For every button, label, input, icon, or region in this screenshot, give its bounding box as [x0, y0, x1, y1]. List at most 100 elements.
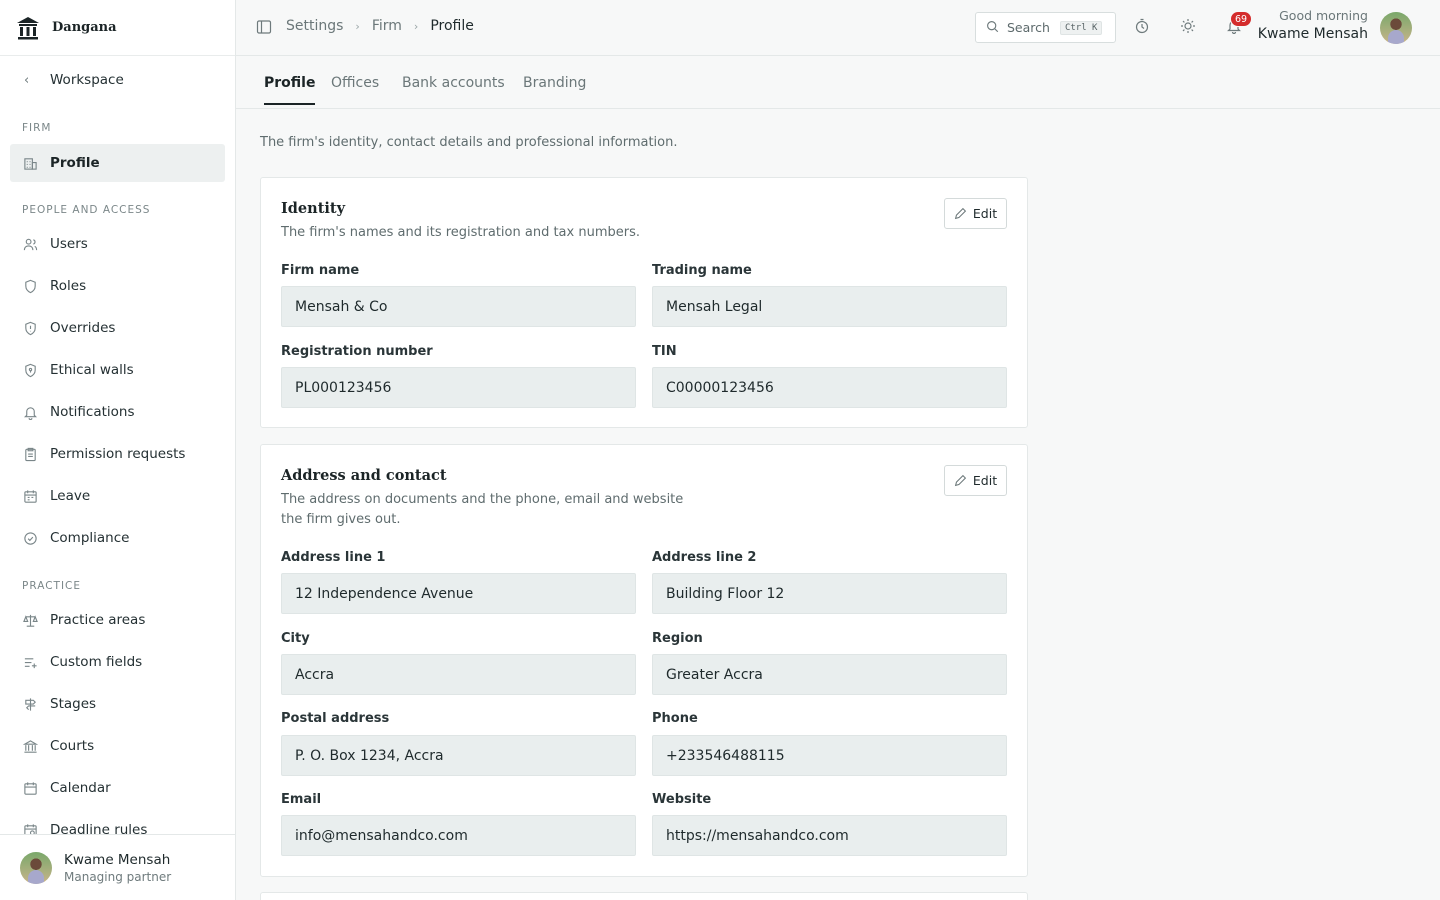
sidebar-item-label: Notifications: [50, 404, 135, 420]
field-label-address-line-1: Address line 1: [281, 550, 386, 565]
phone-field: +233546488115: [652, 735, 1007, 776]
calendar-icon: [22, 488, 38, 504]
sidebar-item-calendar[interactable]: Calendar: [10, 769, 225, 807]
sidebar-item-label: Stages: [50, 696, 97, 712]
search-label: Search: [1007, 20, 1050, 35]
sidebar-item-label: Leave: [50, 488, 91, 504]
chevron-right-icon: ›: [413, 19, 419, 33]
field-label-tin: TIN: [652, 344, 677, 359]
tin-field: C00000123456: [652, 367, 1007, 408]
trading-name-field: Mensah Legal: [652, 286, 1007, 327]
edit-identity-button[interactable]: Edit: [944, 198, 1007, 229]
field-label-region: Region: [652, 631, 703, 646]
courthouse-icon: [22, 738, 38, 754]
signpost-icon: [22, 696, 38, 712]
edit-label: Edit: [972, 473, 998, 488]
sidebar-item-leave[interactable]: Leave: [10, 477, 225, 515]
timer-icon[interactable]: [1134, 18, 1152, 36]
settings-tabs: Profile Offices Bank accounts Branding: [236, 57, 1440, 109]
sidebar-item-label: Users: [50, 236, 88, 252]
pencil-icon: [954, 207, 967, 220]
sidebar-item-permission-requests[interactable]: Permission requests: [10, 435, 225, 473]
sidebar-item-label: Ethical walls: [50, 362, 134, 378]
back-to-workspace[interactable]: ‹ Workspace: [10, 64, 225, 96]
sidebar-item-label: Profile: [50, 155, 100, 171]
address-contact-card: Address and contact The address on docum…: [260, 444, 1028, 877]
website-field: https://mensahandco.com: [652, 815, 1007, 856]
field-label-trading-name: Trading name: [652, 263, 752, 278]
calendar-icon: [22, 780, 38, 796]
bell-icon: [22, 404, 38, 420]
sidebar-user-card[interactable]: Kwame Mensah Managing partner: [0, 834, 235, 900]
shield-icon: [22, 278, 38, 294]
sidebar-item-profile[interactable]: Profile: [10, 144, 225, 182]
address-line-1-field: 12 Independence Avenue: [281, 573, 636, 614]
theme-sun-icon[interactable]: [1180, 18, 1198, 36]
field-label-postal-address: Postal address: [281, 711, 390, 726]
check-circle-icon: [22, 530, 38, 546]
greeting-text: Good morning: [1279, 8, 1368, 23]
building-icon: [22, 155, 38, 171]
tab-bank-accounts[interactable]: Bank accounts: [402, 75, 505, 105]
sidebar-item-label: Overrides: [50, 320, 116, 336]
sidebar-item-notifications[interactable]: Notifications: [10, 393, 225, 431]
tab-profile[interactable]: Profile: [264, 75, 316, 105]
sidebar-user-name: Kwame Mensah: [64, 851, 171, 868]
sidebar-item-users[interactable]: Users: [10, 225, 225, 263]
sidebar-item-practice-areas[interactable]: Practice areas: [10, 601, 225, 639]
field-label-website: Website: [652, 792, 712, 807]
chevron-left-icon: ‹: [24, 72, 30, 88]
greeting-block: Good morning Kwame Mensah: [1258, 8, 1368, 42]
search-icon: [986, 20, 999, 36]
field-label-registration-number: Registration number: [281, 344, 433, 359]
topbar: Settings › Firm › Profile Search Ctrl K …: [236, 0, 1440, 56]
sidebar-item-label: Practice areas: [50, 612, 146, 628]
clipboard-icon: [22, 446, 38, 462]
sidebar-item-custom-fields[interactable]: Custom fields: [10, 643, 225, 681]
sidebar: Dangana ‹ Workspace FIRM Profile PEOPLE …: [0, 0, 236, 900]
greeting-user-name: Kwame Mensah: [1257, 26, 1368, 42]
section-label-firm: FIRM: [22, 122, 52, 134]
card-description: The firm's names and its registration an…: [281, 225, 640, 240]
firm-name-field: Mensah & Co: [281, 286, 636, 327]
sidebar-item-label: Courts: [50, 738, 95, 754]
back-label: Workspace: [50, 72, 124, 88]
sidebar-item-compliance[interactable]: Compliance: [10, 519, 225, 557]
card-title: Address and contact: [281, 467, 447, 484]
card-description-line1: The address on documents and the phone, …: [281, 492, 684, 507]
page-description: The firm's identity, contact details and…: [260, 135, 678, 150]
avatar[interactable]: [1380, 12, 1412, 44]
avatar: [20, 851, 52, 884]
edit-address-button[interactable]: Edit: [944, 465, 1007, 496]
sidebar-item-label: Custom fields: [50, 654, 143, 670]
sidebar-toggle-icon[interactable]: [256, 19, 272, 35]
shield-alert-icon: [22, 320, 38, 336]
card-title: Identity: [281, 200, 346, 217]
sidebar-item-label: Roles: [50, 278, 87, 294]
field-label-firm-name: Firm name: [281, 263, 360, 278]
address-line-2-field: Building Floor 12: [652, 573, 1007, 614]
sidebar-item-overrides[interactable]: Overrides: [10, 309, 225, 347]
breadcrumb-settings[interactable]: Settings: [286, 18, 343, 34]
field-label-address-line-2: Address line 2: [652, 550, 757, 565]
tab-branding[interactable]: Branding: [523, 75, 586, 105]
field-label-city: City: [281, 631, 310, 646]
section-label-practice: PRACTICE: [22, 580, 82, 592]
identity-card: Identity The firm's names and its regist…: [260, 177, 1028, 428]
sidebar-item-ethical-walls[interactable]: Ethical walls: [10, 351, 225, 389]
list-plus-icon: [22, 654, 38, 670]
sidebar-item-courts[interactable]: Courts: [10, 727, 225, 765]
sidebar-item-stages[interactable]: Stages: [10, 685, 225, 723]
sidebar-item-label: Calendar: [50, 780, 111, 796]
search-button[interactable]: Search Ctrl K: [975, 12, 1116, 43]
sidebar-item-label: Compliance: [50, 530, 130, 546]
registration-number-field: PL000123456: [281, 367, 636, 408]
scales-building-icon: [14, 14, 42, 42]
shield-lock-icon: [22, 362, 38, 378]
card-description-line2: the firm gives out.: [281, 512, 401, 527]
sidebar-item-roles[interactable]: Roles: [10, 267, 225, 305]
tab-offices[interactable]: Offices: [331, 75, 379, 105]
search-shortcut: Ctrl K: [1059, 20, 1103, 35]
brand[interactable]: Dangana: [0, 0, 235, 56]
breadcrumb-firm[interactable]: Firm: [372, 18, 402, 34]
